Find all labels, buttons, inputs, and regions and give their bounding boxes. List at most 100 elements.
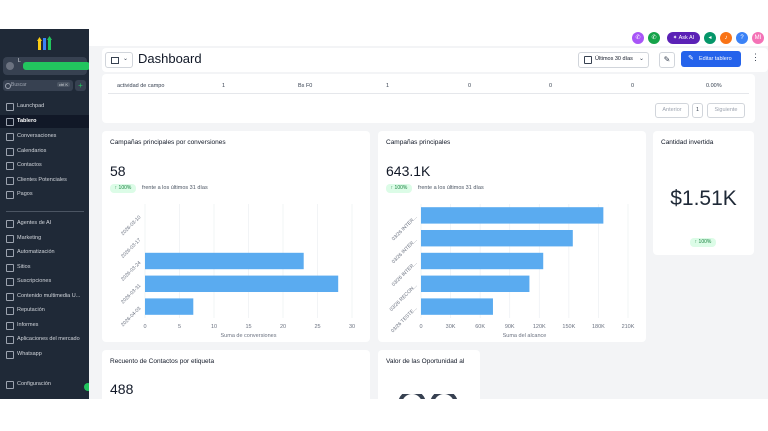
table-cell: 0.00% <box>706 83 722 89</box>
bar[interactable] <box>145 275 339 293</box>
sidebar-item-label: Pagos <box>17 191 33 197</box>
sidebar-item-label: Marketing <box>17 235 42 241</box>
x-tick-label: 30 <box>349 324 355 330</box>
edit-dashboard-button[interactable]: ✎ Editar tablero <box>681 51 741 67</box>
account-name: L <box>18 58 21 64</box>
x-tick-label: 90K <box>505 324 515 330</box>
avatar-initials: MI <box>754 35 762 41</box>
sidebar-item-automatizacion[interactable]: Automatización <box>0 246 89 259</box>
bar[interactable] <box>421 298 493 315</box>
sidebar-item-suscripciones[interactable]: Suscripciones <box>0 275 89 288</box>
donut-chart-top <box>398 394 458 399</box>
sidebar-item-label: Aplicaciones del mercado <box>17 336 80 342</box>
y-tick-label: 2026-03-10 <box>120 214 142 236</box>
avatar[interactable]: MI <box>752 32 764 44</box>
table-cell: 0 <box>549 83 553 89</box>
sidebar-item-marketing[interactable]: Marketing <box>0 232 89 245</box>
search-placeholder: Buscar <box>11 82 27 88</box>
x-tick-label: 180K <box>592 324 605 330</box>
conversions-chart: 0 5 10 15 20 25 302026-03-102026-03-172026-03-… <box>120 204 355 339</box>
bar[interactable] <box>421 229 573 247</box>
sidebar-item-label: Whatsapp <box>17 351 42 357</box>
more-options-icon[interactable]: ⋮ <box>751 52 760 63</box>
sidebar-search[interactable]: Buscar ctrl K <box>3 80 73 91</box>
sidebar-item-whatsapp[interactable]: Whatsapp <box>0 348 89 361</box>
quick-add-button[interactable]: + <box>75 80 86 91</box>
sidebar-item-label: Calendarios <box>17 148 47 154</box>
pagos-icon <box>6 191 14 199</box>
next-page-button[interactable]: Siguiente <box>707 103 745 118</box>
sidebar-item-label: Reputación <box>17 307 45 313</box>
invested-value: $1.51K <box>670 187 737 210</box>
sidebar-item-label: Contactos <box>17 162 42 168</box>
bar[interactable] <box>421 275 530 293</box>
sidebar-item-launchpad[interactable]: Launchpad <box>0 100 89 113</box>
chevron-down-icon: ⌄ <box>638 56 644 62</box>
y-tick-label: 2026-03-17 <box>120 237 142 259</box>
calendarios-icon <box>6 148 14 156</box>
pencil-icon: ✎ <box>688 55 694 62</box>
phone-purple-icon[interactable]: ✆ <box>632 32 644 44</box>
location-icon <box>6 62 14 70</box>
sidebar-item-calendarios[interactable]: Calendarios <box>0 145 89 158</box>
bar[interactable] <box>145 252 304 270</box>
sidebar-item-pagos[interactable]: Pagos <box>0 188 89 201</box>
megaphone-icon[interactable]: ◂ <box>704 32 716 44</box>
pin-button[interactable]: ✎ <box>659 52 675 68</box>
table-cell: 0 <box>468 83 472 89</box>
page-number[interactable]: 1 <box>692 103 703 118</box>
launchpad-icon <box>6 103 14 111</box>
x-tick-label: 30K <box>446 324 456 330</box>
card-title: Recuento de Contactos por etiqueta <box>110 358 215 365</box>
sidebar-item-sitios[interactable]: Sitios <box>0 261 89 274</box>
sidebar-item-configuracion[interactable]: Configuración <box>0 378 89 391</box>
bar[interactable] <box>421 252 544 270</box>
y-tick-label: 2026-04-03 <box>120 306 142 328</box>
sidebar-item-aplicaciones-del-mercado[interactable]: Aplicaciones del mercado <box>0 333 89 346</box>
sidebar-item-clientes-potenciales[interactable]: Clientes Potenciales <box>0 174 89 187</box>
account-switcher[interactable]: L <box>3 57 89 75</box>
campaign-table-card: actividad de campo 1 Bs F0 1 0 0 0 0.00%… <box>102 74 755 123</box>
bar[interactable] <box>145 298 194 315</box>
sidebar-item-label: Configuración <box>17 381 51 387</box>
bell-icon[interactable]: ♪ <box>720 32 732 44</box>
x-tick-label: 0 <box>419 324 422 330</box>
sidebar-item-label: Launchpad <box>17 103 45 109</box>
conversaciones-icon <box>6 133 14 141</box>
prev-page-button[interactable]: Anterior <box>655 103 689 118</box>
x-tick-label: 150K <box>562 324 575 330</box>
marketing-icon <box>6 235 14 243</box>
brand-logo-icon <box>37 36 52 50</box>
contenido-multimedia-icon <box>6 293 14 301</box>
sidebar-item-contactos[interactable]: Contactos <box>0 159 89 172</box>
calendar-icon <box>584 56 592 64</box>
phone-green-icon[interactable]: ✆ <box>648 32 660 44</box>
sidebar-item-label: Contenido multimedia U... <box>17 293 81 299</box>
suscripciones-icon <box>6 278 14 286</box>
help-icon[interactable]: ? <box>736 32 748 44</box>
y-tick-label: 2026-03-31 <box>120 283 142 305</box>
ask-ai-button[interactable]: ✦ Ask AI <box>667 32 700 44</box>
edit-dashboard-label: Editar tablero <box>699 56 732 62</box>
table-cell: actividad de campo <box>117 83 165 89</box>
sidebar-item-contenido-multimedia[interactable]: Contenido multimedia U... <box>0 290 89 303</box>
y-tick-label: 2026-03-24 <box>120 260 142 282</box>
date-range-select[interactable]: Últimos 30 días ⌄ <box>578 52 649 68</box>
sidebar-item-reputacion[interactable]: Reputación <box>0 304 89 317</box>
dashboard-selector[interactable]: ⌄ <box>105 52 133 68</box>
sidebar-item-informes[interactable]: Informes <box>0 319 89 332</box>
main-campaigns-chart: 0 30K 60K 90K 120K 150K 180K 210K03/26 INTER...… <box>389 204 635 339</box>
account-redaction <box>23 62 89 70</box>
ask-ai-label: Ask AI <box>678 35 695 41</box>
page-title: Dashboard <box>138 51 202 66</box>
table-divider <box>108 93 749 94</box>
sidebar-item-conversaciones[interactable]: Conversaciones <box>0 130 89 143</box>
sidebar-item-agentes-de-ai[interactable]: Agentes de AI <box>0 217 89 230</box>
table-cell: Bs F0 <box>298 83 313 89</box>
sidebar-item-tablero[interactable]: Tablero <box>0 115 89 128</box>
sidebar-item-label: Conversaciones <box>17 133 57 139</box>
change-badge: ↑ 100% <box>690 238 716 247</box>
bar[interactable] <box>421 207 604 224</box>
agentes-de-ai-icon <box>6 220 14 228</box>
x-tick-label: 5 <box>178 324 181 330</box>
